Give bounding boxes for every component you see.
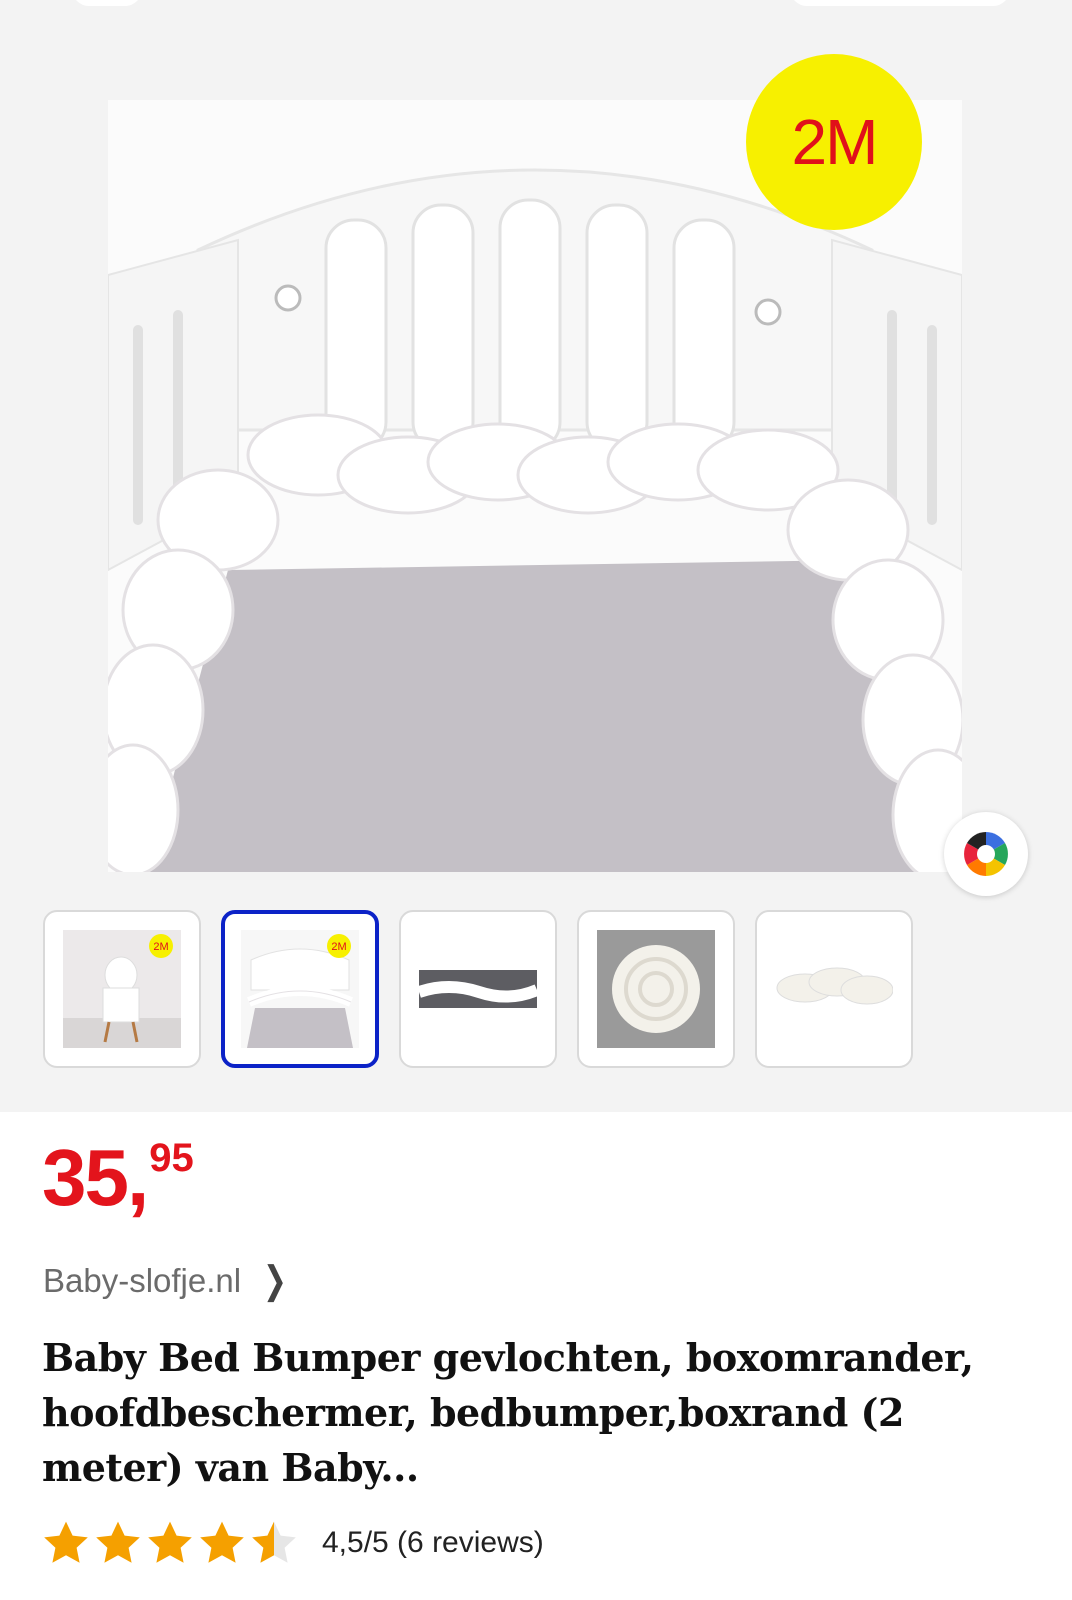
thumbnail-3[interactable] bbox=[399, 910, 557, 1068]
chevron-right-icon: ❯ bbox=[263, 1260, 287, 1302]
price-decimals: 95 bbox=[149, 1136, 194, 1180]
star-icon bbox=[148, 1521, 192, 1563]
thumbnail-5[interactable] bbox=[755, 910, 913, 1068]
thumbnail-image bbox=[597, 930, 715, 1048]
rating[interactable]: 4,5/5 (6 reviews) bbox=[42, 1520, 544, 1566]
thumbnail-image: 2M bbox=[63, 930, 181, 1048]
product-price: 35,95 bbox=[42, 1136, 194, 1218]
top-button-left[interactable] bbox=[72, 0, 142, 6]
star-icon bbox=[96, 1521, 140, 1563]
thumbnail-badge: 2M bbox=[153, 941, 168, 953]
product-gallery: 2M 2M 2M bbox=[0, 0, 1072, 1112]
thumbnail-image bbox=[419, 930, 537, 1048]
price-comma: , bbox=[126, 1133, 149, 1222]
color-picker-button[interactable] bbox=[944, 812, 1028, 896]
thumbnail-badge: 2M bbox=[331, 941, 346, 953]
seller-link[interactable]: Baby-slofje.nl ❯ bbox=[43, 1262, 291, 1300]
color-wheel-icon bbox=[964, 832, 1008, 876]
star-icon bbox=[44, 1521, 88, 1563]
top-button-right[interactable] bbox=[790, 0, 1010, 6]
thumbnail-image: 2M bbox=[241, 930, 359, 1048]
product-title: Baby Bed Bumper gevlochten, boxomrander,… bbox=[42, 1335, 974, 1490]
star-icon bbox=[200, 1521, 244, 1563]
rating-text: 4,5/5 (6 reviews) bbox=[322, 1526, 544, 1559]
thumbnail-4[interactable] bbox=[577, 910, 735, 1068]
thumbnail-image bbox=[775, 930, 893, 1048]
thumbnail-1[interactable]: 2M bbox=[43, 910, 201, 1068]
star-rating bbox=[42, 1520, 304, 1566]
thumbnail-2[interactable]: 2M bbox=[221, 910, 379, 1068]
thumbnail-strip: 2M 2M bbox=[43, 910, 1033, 1070]
size-badge: 2M bbox=[746, 54, 922, 230]
seller-name: Baby-slofje.nl bbox=[43, 1262, 242, 1299]
star-half-icon bbox=[252, 1521, 296, 1563]
price-integer: 35 bbox=[42, 1133, 129, 1222]
